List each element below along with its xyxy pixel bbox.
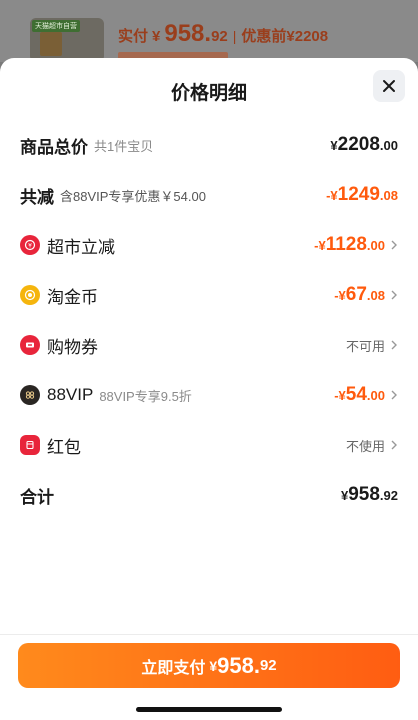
amount-int: 958	[348, 484, 380, 505]
amount-int: 1249	[337, 184, 380, 205]
row-supermarket-discount[interactable]: ¥ 超市立减 -¥ 1128 .00	[20, 230, 398, 260]
pay-amount-int: 958.	[217, 652, 260, 678]
currency-symbol: -¥	[326, 188, 338, 203]
discount-amount: -¥ 1249 .08	[326, 184, 398, 206]
tao-coins-amount: -¥ 67 .08	[334, 284, 385, 306]
supermarket-discount-amount: -¥ 1128 .00	[314, 234, 385, 256]
price-detail-sheet: 价格明细 商品总价 共1件宝贝 ¥ 2208 .00 共减 含88VIP专享优惠…	[0, 58, 418, 720]
total-price-amount: ¥ 2208 .00	[330, 134, 398, 156]
product-thumbnail: 天猫超市自营	[30, 18, 104, 62]
shopping-coupon-label: 购物券	[47, 337, 98, 357]
red-packet-label: 红包	[47, 437, 81, 457]
footer-divider	[0, 634, 418, 635]
currency-symbol: -¥	[334, 288, 346, 303]
amount-int: 54	[345, 384, 367, 405]
discount-label: 共减	[20, 187, 54, 207]
discount-detail: 含88VIP专享优惠￥54.00	[60, 188, 206, 204]
total-price-label: 商品总价	[20, 137, 88, 157]
amount-dec: .00	[366, 388, 385, 403]
currency-symbol: ¥	[340, 488, 349, 503]
close-icon	[383, 80, 395, 92]
88vip-detail: 88VIP专享9.5折	[99, 388, 192, 404]
tao-coins-label: 淘金币	[47, 287, 98, 307]
red-packet-icon	[20, 435, 40, 455]
thumbnail-tag: 天猫超市自营	[32, 20, 80, 32]
pay-currency: ¥	[209, 657, 218, 674]
paid-amount-int: 958.	[164, 20, 212, 47]
amount-dec: .08	[379, 188, 398, 203]
supermarket-discount-icon: ¥	[20, 235, 40, 255]
row-total-discount: 共减 含88VIP专享优惠￥54.00 -¥ 1249 .08	[20, 180, 398, 210]
chevron-right-icon	[391, 290, 397, 300]
sum-amount: ¥ 958 .92	[341, 484, 398, 506]
paid-amount-dec: 92	[211, 28, 228, 45]
row-red-packet[interactable]: 红包 不使用	[20, 430, 398, 460]
sheet-title: 价格明细	[170, 83, 247, 104]
background-header: 天猫超市自营 实付 ¥ 958. 92 | 优惠前¥2208	[0, 0, 418, 62]
amount-int: 2208	[337, 134, 380, 155]
row-total-price: 商品总价 共1件宝贝 ¥ 2208 .00	[20, 130, 398, 160]
chevron-right-icon	[391, 390, 397, 400]
chevron-right-icon	[391, 340, 397, 350]
row-tao-coins[interactable]: 淘金币 -¥ 67 .08	[20, 280, 398, 310]
amount-dec: .00	[379, 138, 398, 153]
amount-dec: .08	[366, 288, 385, 303]
pay-now-button[interactable]: 立即支付 ¥ 958. 92	[18, 643, 400, 688]
coupon-status: 不可用	[345, 338, 385, 354]
paid-label: 实付	[118, 28, 149, 45]
coupon-icon	[20, 335, 40, 355]
paid-currency: ¥	[152, 28, 161, 45]
row-sum-total: 合计 ¥ 958 .92	[20, 480, 398, 510]
red-packet-status: 不使用	[345, 438, 385, 454]
amount-int: 1128	[325, 234, 367, 255]
88vip-label: 88VIP	[47, 385, 94, 404]
chevron-right-icon	[391, 440, 397, 450]
currency-symbol: -¥	[334, 388, 346, 403]
original-price: 优惠前¥2208	[241, 28, 329, 45]
supermarket-discount-label: 超市立减	[47, 237, 115, 257]
home-indicator	[136, 707, 282, 712]
close-button[interactable]	[373, 70, 405, 102]
pay-amount-dec: 92	[259, 657, 277, 674]
chevron-right-icon	[391, 240, 397, 250]
coin-icon	[20, 285, 40, 305]
total-item-count: 共1件宝贝	[94, 138, 154, 154]
background-price-summary: 实付 ¥ 958. 92 | 优惠前¥2208	[118, 20, 328, 48]
sum-label: 合计	[20, 487, 54, 507]
amount-dec: .00	[366, 238, 385, 253]
svg-text:¥: ¥	[28, 243, 32, 250]
amount-dec: .92	[379, 488, 398, 503]
pay-button-label: 立即支付	[141, 659, 206, 677]
88vip-amount: -¥ 54 .00	[334, 384, 385, 406]
currency-symbol: ¥	[330, 138, 338, 153]
amount-int: 67	[345, 284, 367, 305]
currency-symbol: -¥	[314, 238, 326, 253]
row-shopping-coupon[interactable]: 购物券 不可用	[20, 330, 398, 360]
price-separator: |	[232, 28, 237, 44]
row-88vip[interactable]: 88VIP 88VIP专享9.5折 -¥ 54 .00	[20, 380, 398, 410]
product-box-image	[40, 32, 62, 56]
88vip-icon	[20, 385, 40, 405]
